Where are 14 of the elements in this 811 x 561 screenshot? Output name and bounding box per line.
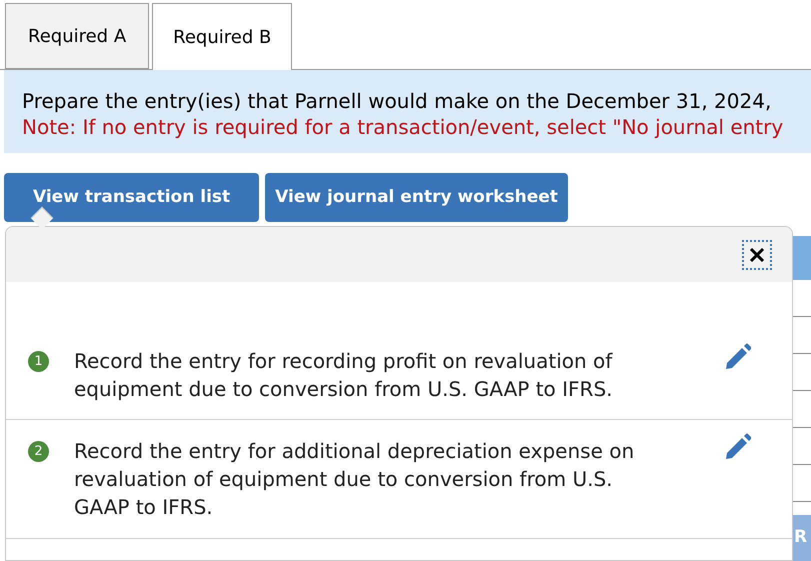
transaction-text: Record the entry for recording profit on revaluation of equipment due to conversion from U.S. GAAP to IFRS. — [74, 348, 614, 403]
pencil-icon — [723, 432, 751, 460]
step-number: 2 — [28, 441, 49, 462]
transaction-text: Record the entry for additional depreciation expense on revaluation of equipment due to conversion from U.S. GAAP to IFRS. — [74, 438, 636, 521]
tab[interactable]: Required B — [152, 3, 292, 70]
table-header — [793, 236, 811, 280]
step-number: 1 — [28, 351, 49, 372]
tab[interactable]: Required A — [5, 3, 150, 69]
instruction-text: Prepare the entry(ies) that Parnell would make on the December 31, 2024, — [22, 88, 772, 114]
note-text: Note: If no entry is required for a transaction/event, select "No journal entry — [22, 114, 784, 140]
pencil-icon — [723, 342, 751, 370]
close-button[interactable] — [742, 240, 772, 270]
close-icon — [749, 246, 765, 262]
view-button[interactable]: View journal entry worksheet — [265, 173, 568, 222]
